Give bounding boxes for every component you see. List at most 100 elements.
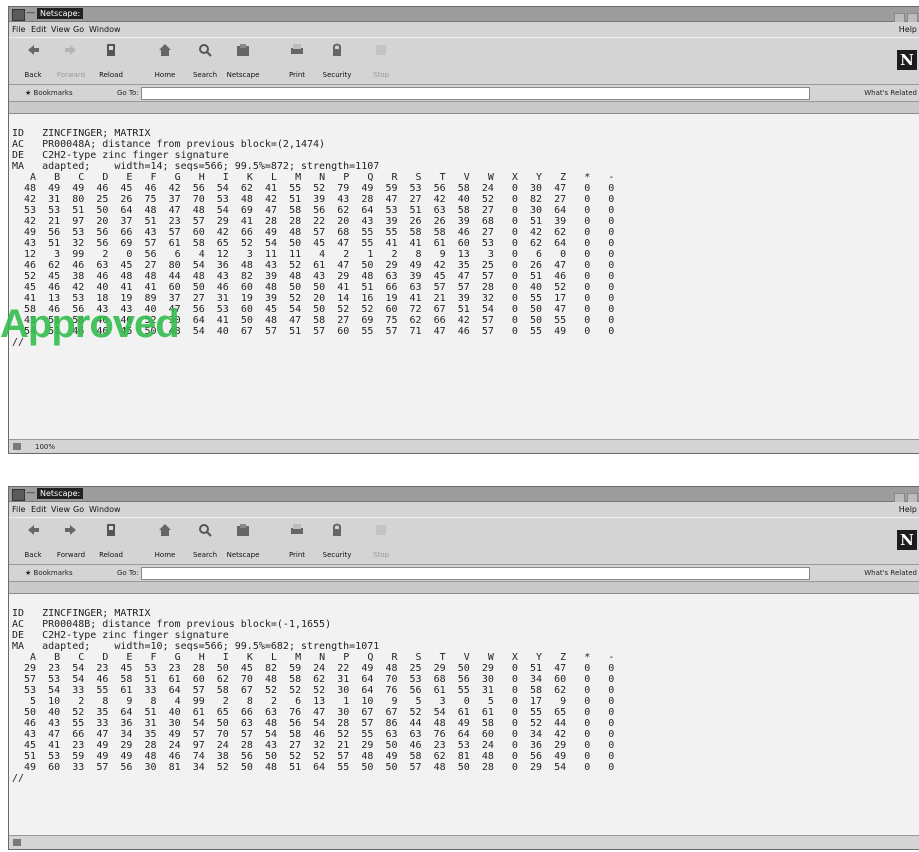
- matrix-cell: 3: [421, 696, 446, 707]
- window-menu-icon[interactable]: [12, 9, 25, 21]
- url-input[interactable]: [141, 87, 810, 100]
- matrix-cell: 75: [373, 315, 398, 326]
- stop-button[interactable]: Stop: [361, 42, 401, 81]
- matrix-cell: 50: [252, 751, 278, 762]
- netscape-button[interactable]: Netscape: [223, 42, 263, 81]
- menu-edit[interactable]: Edit: [31, 505, 47, 514]
- search-button[interactable]: Search: [185, 42, 225, 81]
- back-button[interactable]: Back: [13, 42, 53, 81]
- matrix-cell: 67: [349, 707, 374, 718]
- matrix-cell: 27: [132, 260, 157, 271]
- matrix-cell: 50: [12, 707, 37, 718]
- matrix-cell: 23: [36, 663, 61, 674]
- matrix-cell: 52: [542, 282, 567, 293]
- column-header-24: -: [590, 652, 615, 663]
- url-input[interactable]: [141, 567, 810, 580]
- menu-go[interactable]: Go: [73, 505, 84, 514]
- matrix-cell: 55: [84, 685, 109, 696]
- menu-go[interactable]: Go: [73, 25, 84, 34]
- matrix-cell: 58: [180, 238, 205, 249]
- window-menu-icon[interactable]: [12, 489, 25, 501]
- back-button[interactable]: Back: [13, 522, 53, 561]
- matrix-cell: 0: [566, 194, 591, 205]
- matrix-cell: 46: [12, 718, 37, 729]
- id-line: ID ZINCFINGER; MATRIX: [12, 128, 151, 139]
- id-line: ID ZINCFINGER; MATRIX: [12, 608, 151, 619]
- matrix-cell: 56: [517, 751, 543, 762]
- matrix-cell: 60: [156, 282, 181, 293]
- matrix-cell: 52: [277, 293, 302, 304]
- search-button[interactable]: Search: [185, 522, 225, 561]
- matrix-cell: 50: [349, 260, 374, 271]
- matrix-cell: 64: [542, 205, 567, 216]
- security-status-icon[interactable]: [13, 839, 21, 846]
- matrix-cell: 46: [12, 260, 37, 271]
- bookmarks-button[interactable]: ★ Bookmarks: [25, 89, 73, 97]
- matrix-cell: 50: [180, 282, 205, 293]
- matrix-cell: 51: [517, 663, 543, 674]
- matrix-cell: 2: [204, 696, 229, 707]
- forward-label: Forward: [56, 71, 86, 79]
- netscape-logo-icon[interactable]: N: [897, 50, 917, 70]
- browser-window-bottom: — Netscape: File Edit View Go Window Hel…: [8, 486, 919, 850]
- menu-file[interactable]: File: [12, 505, 25, 514]
- matrix-cell: 62: [228, 183, 253, 194]
- matrix-cell: 51: [397, 205, 422, 216]
- forward-button[interactable]: Forward: [51, 522, 91, 561]
- matrix-cell: 22: [301, 216, 326, 227]
- print-button[interactable]: Print: [277, 522, 317, 561]
- matrix-cell: 50: [228, 762, 253, 773]
- bookmarks-button[interactable]: ★ Bookmarks: [25, 569, 73, 577]
- column-header-2: C: [60, 172, 85, 183]
- matrix-cell: 0: [493, 718, 518, 729]
- menu-file[interactable]: File: [12, 25, 25, 34]
- matrix-cell: 71: [397, 326, 422, 337]
- stop-button[interactable]: Stop: [361, 522, 401, 561]
- reload-button[interactable]: Reload: [91, 522, 131, 561]
- home-button[interactable]: Home: [145, 42, 185, 81]
- matrix-cell: 23: [421, 740, 446, 751]
- matrix-cell: 0: [566, 205, 591, 216]
- security-button[interactable]: Security: [317, 42, 357, 81]
- matrix-cell: 62: [517, 238, 543, 249]
- menu-help[interactable]: Help: [899, 505, 917, 514]
- menu-window[interactable]: Window: [89, 25, 121, 34]
- reload-button[interactable]: Reload: [91, 42, 131, 81]
- matrix-cell: 53: [397, 674, 422, 685]
- print-label: Print: [288, 71, 306, 79]
- matrix-cell: 1: [325, 696, 350, 707]
- matrix-cell: 59: [60, 751, 85, 762]
- matrix-cell: 37: [156, 194, 181, 205]
- menu-view[interactable]: View: [51, 25, 70, 34]
- matrix-row: 46 43 55 33 36 31 30 54 50 63 48 56 54 2…: [12, 718, 614, 729]
- matrix-cell: 53: [204, 304, 229, 315]
- netscape-button[interactable]: Netscape: [223, 522, 263, 561]
- forward-button[interactable]: Forward: [51, 42, 91, 81]
- matrix-cell: 56: [180, 183, 205, 194]
- matrix-cell: 31: [469, 685, 494, 696]
- whats-related-button[interactable]: What's Related: [864, 569, 917, 577]
- title-bar[interactable]: — Netscape:: [9, 7, 919, 24]
- whats-related-button[interactable]: What's Related: [864, 89, 917, 97]
- matrix-cell: 43: [301, 271, 326, 282]
- matrix-cell: 54: [180, 326, 205, 337]
- print-button[interactable]: Print: [277, 42, 317, 81]
- menu-edit[interactable]: Edit: [31, 25, 47, 34]
- title-bar[interactable]: — Netscape:: [9, 487, 919, 504]
- menu-view[interactable]: View: [51, 505, 70, 514]
- matrix-cell: 46: [36, 282, 61, 293]
- matrix-cell: 67: [421, 304, 446, 315]
- stop-icon: [373, 42, 389, 58]
- matrix-cell: 80: [60, 194, 85, 205]
- netscape-logo-icon[interactable]: N: [897, 530, 917, 550]
- matrix-cell: 4: [301, 249, 326, 260]
- matrix-cell: 10: [349, 696, 374, 707]
- matrix-cell: 58: [469, 718, 494, 729]
- security-status-icon[interactable]: [13, 443, 21, 450]
- matrix-cell: 58: [421, 227, 446, 238]
- home-button[interactable]: Home: [145, 522, 185, 561]
- matrix-cell: 36: [108, 718, 133, 729]
- menu-help[interactable]: Help: [899, 25, 917, 34]
- menu-window[interactable]: Window: [89, 505, 121, 514]
- security-button[interactable]: Security: [317, 522, 357, 561]
